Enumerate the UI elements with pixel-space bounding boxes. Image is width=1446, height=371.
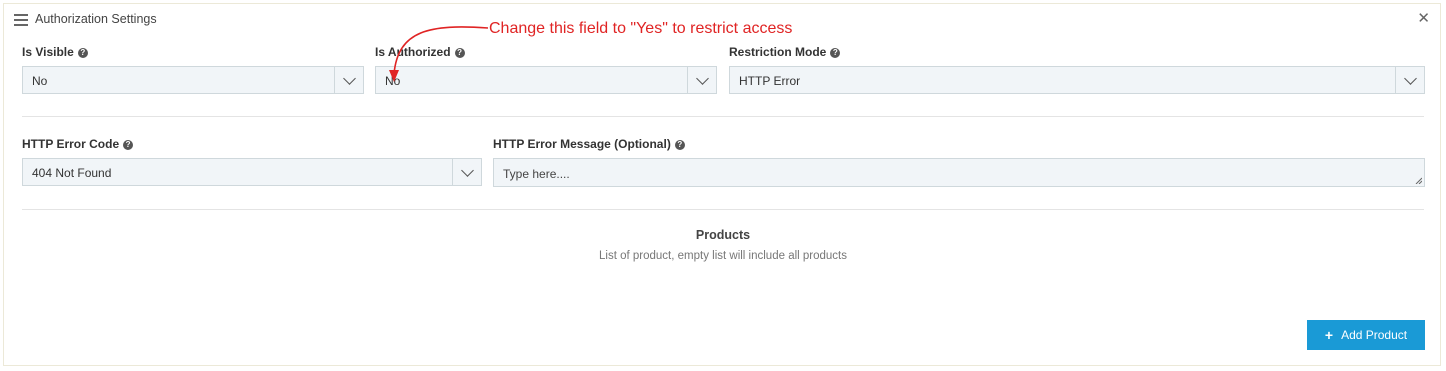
plus-icon: + bbox=[1324, 327, 1334, 343]
is-visible-value: No bbox=[32, 74, 48, 88]
chevron-down-icon[interactable] bbox=[334, 67, 363, 93]
http-error-code-select[interactable]: 404 Not Found bbox=[22, 158, 482, 186]
is-visible-label-text: Is Visible bbox=[22, 45, 74, 59]
help-icon[interactable]: ? bbox=[77, 48, 88, 58]
divider bbox=[22, 116, 1424, 117]
authorization-settings-panel: Authorization Settings ✕ Is Visible? No … bbox=[3, 3, 1441, 366]
http-error-code-label-text: HTTP Error Code bbox=[22, 137, 120, 151]
chevron-down-icon[interactable] bbox=[687, 67, 716, 93]
resize-handle-icon[interactable] bbox=[1415, 177, 1422, 184]
http-error-code-value: 404 Not Found bbox=[32, 166, 112, 180]
is-visible-select[interactable]: No bbox=[22, 66, 364, 94]
help-icon[interactable]: ? bbox=[674, 140, 685, 150]
restriction-mode-select[interactable]: HTTP Error bbox=[729, 66, 1425, 94]
annotation-arrow-icon bbox=[389, 26, 489, 82]
chevron-down-icon[interactable] bbox=[452, 159, 481, 185]
add-product-button[interactable]: + Add Product bbox=[1307, 320, 1425, 350]
chevron-down-icon[interactable] bbox=[1395, 67, 1424, 93]
http-error-message-label: HTTP Error Message (Optional)? bbox=[493, 137, 685, 151]
restriction-mode-label: Restriction Mode? bbox=[729, 45, 841, 59]
add-product-label: Add Product bbox=[1341, 328, 1408, 342]
restriction-mode-value: HTTP Error bbox=[739, 74, 801, 88]
close-icon[interactable]: ✕ bbox=[1417, 11, 1430, 26]
products-subtitle: List of product, empty list will include… bbox=[599, 250, 847, 262]
annotation-text: Change this field to "Yes" to restrict a… bbox=[489, 20, 793, 37]
help-icon[interactable]: ? bbox=[830, 48, 841, 58]
restriction-mode-label-text: Restriction Mode bbox=[729, 45, 827, 59]
products-title: Products bbox=[695, 228, 751, 242]
http-error-message-placeholder: Type here.... bbox=[503, 167, 570, 181]
hamburger-menu-icon[interactable] bbox=[14, 14, 28, 26]
http-error-code-label: HTTP Error Code? bbox=[22, 137, 134, 151]
is-visible-label: Is Visible? bbox=[22, 45, 88, 59]
help-icon[interactable]: ? bbox=[123, 140, 134, 150]
http-error-message-textarea[interactable]: Type here.... bbox=[493, 158, 1425, 187]
panel-title: Authorization Settings bbox=[35, 12, 157, 26]
divider bbox=[22, 209, 1424, 210]
http-error-message-label-text: HTTP Error Message (Optional) bbox=[493, 137, 671, 151]
